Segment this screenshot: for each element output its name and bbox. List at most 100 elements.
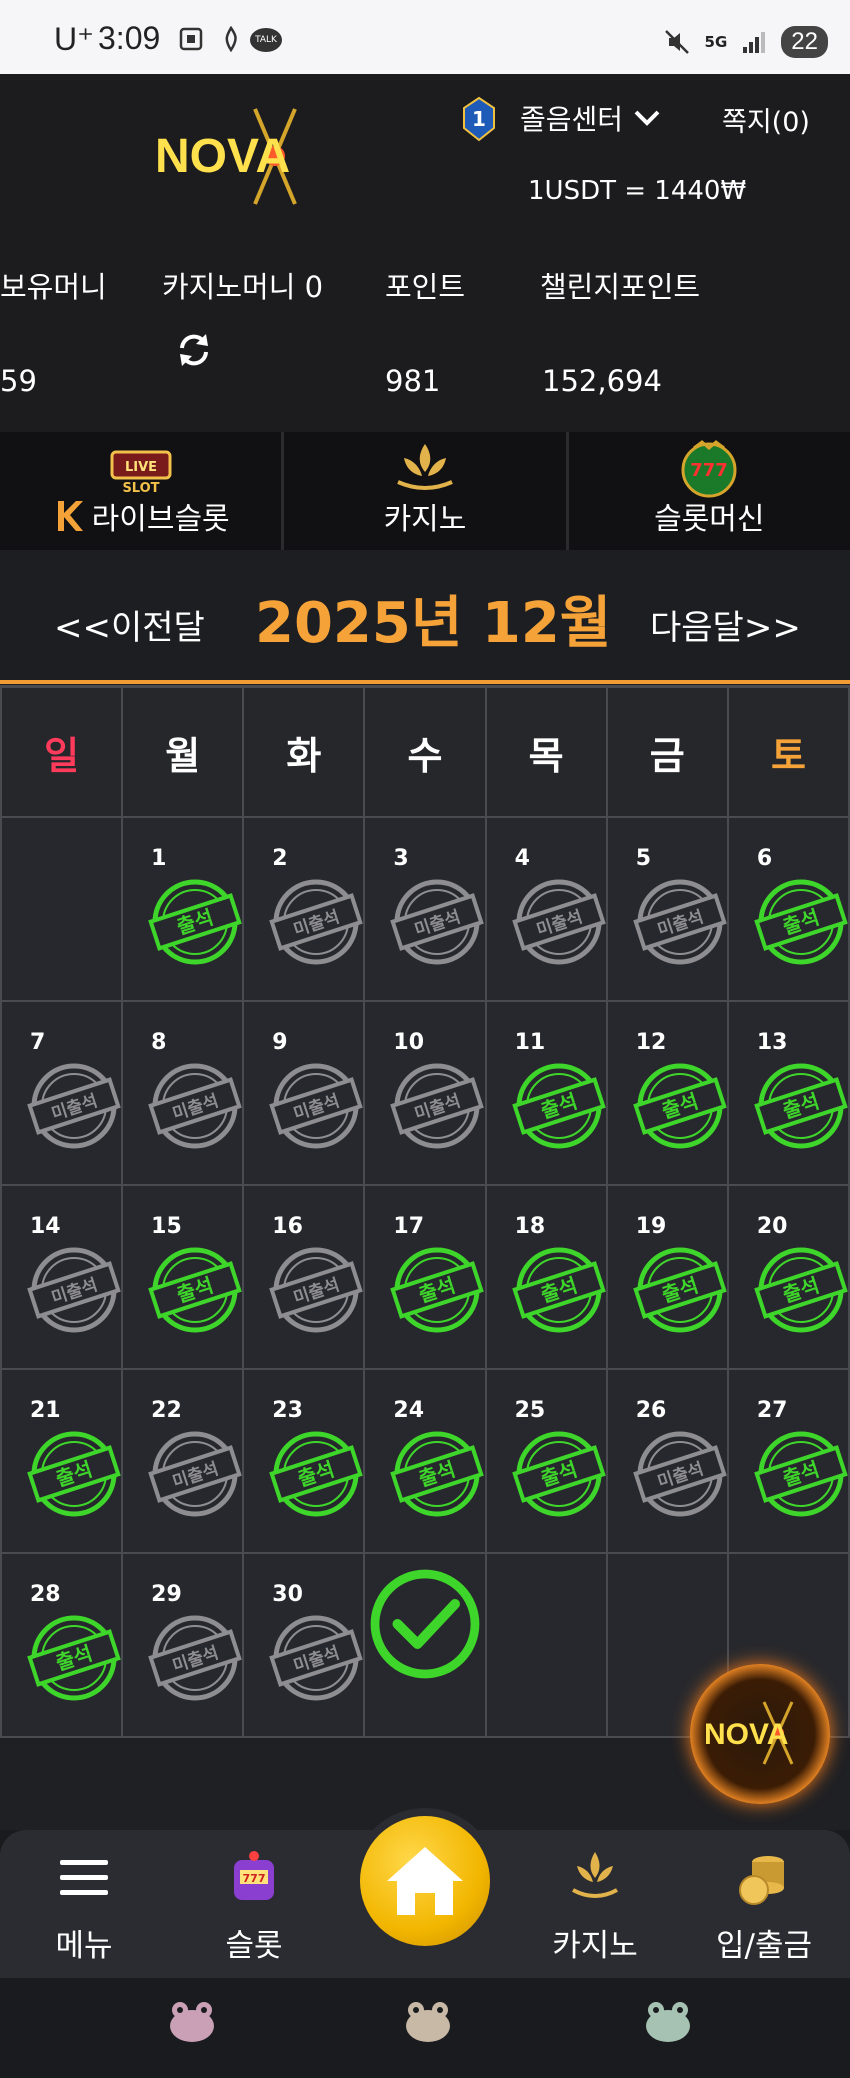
signal-icon bbox=[743, 32, 766, 53]
point-label: 포인트 bbox=[385, 270, 466, 304]
home-button[interactable] bbox=[352, 1808, 498, 1954]
refresh-icon[interactable] bbox=[176, 330, 212, 370]
day-number: 10 bbox=[393, 1030, 425, 1055]
nova-logo[interactable]: NOVA bbox=[155, 104, 345, 214]
frog-icon bbox=[170, 2002, 214, 2042]
hamburger-menu-icon bbox=[60, 1860, 108, 1895]
bottom-navigation: 메뉴 777 슬롯 카지노 입/출금 bbox=[0, 1808, 850, 2078]
calendar-empty-cell bbox=[0, 816, 124, 1002]
calendar-day-cell[interactable]: 17 출석 bbox=[363, 1184, 487, 1370]
messages-link[interactable]: 쪽지(0) bbox=[722, 100, 810, 139]
day-number: 9 bbox=[272, 1030, 288, 1055]
calendar-day-cell[interactable]: 8 미출석 bbox=[121, 1000, 245, 1186]
calendar-day-cell[interactable]: 1 출석 bbox=[121, 816, 245, 1002]
calendar-day-cell[interactable]: 10 미출석 bbox=[363, 1000, 487, 1186]
svg-text:777: 777 bbox=[243, 1872, 266, 1885]
calendar-empty-cell bbox=[484, 1552, 608, 1738]
calendar-day-cell[interactable]: 21 출석 bbox=[0, 1368, 124, 1554]
frog-icon bbox=[406, 2002, 450, 2042]
day-number: 19 bbox=[635, 1214, 667, 1239]
absent-stamp-icon: 미출석 bbox=[148, 1431, 242, 1517]
attended-stamp-icon: 출석 bbox=[148, 879, 242, 965]
frog-icon bbox=[646, 2002, 690, 2042]
network-label: 5G bbox=[704, 33, 728, 51]
calendar-day-cell[interactable]: 7 미출석 bbox=[0, 1000, 124, 1186]
day-number: 28 bbox=[30, 1582, 61, 1607]
absent-stamp-icon: 미출석 bbox=[148, 1063, 242, 1149]
exchange-rate: 1USDT = 1440₩ bbox=[528, 176, 747, 206]
day-number: 24 bbox=[393, 1398, 425, 1423]
calendar-day-cell[interactable]: 6 출석 bbox=[726, 816, 850, 1002]
calendar-day-cell[interactable]: 27 출석 bbox=[726, 1368, 850, 1554]
tab-casino[interactable]: 카지노 bbox=[284, 432, 569, 550]
nav-slot-label: 슬롯 bbox=[225, 1928, 283, 1964]
day-number: 3 bbox=[393, 846, 409, 871]
calendar-day-cell[interactable]: 3 미출석 bbox=[363, 816, 487, 1002]
attended-stamp-icon: 출석 bbox=[27, 1431, 121, 1517]
calendar-day-cell[interactable] bbox=[363, 1552, 487, 1738]
nav-menu-label: 메뉴 bbox=[55, 1928, 113, 1964]
attended-stamp-icon: 출석 bbox=[754, 1063, 848, 1149]
prev-month-button[interactable]: <<이전달 bbox=[54, 600, 205, 649]
next-month-button[interactable]: 다음달>> bbox=[650, 600, 801, 649]
attended-stamp-icon: 출석 bbox=[754, 1247, 848, 1333]
hold-money-label: 보유머니 bbox=[0, 270, 107, 304]
calendar-day-cell[interactable]: 25 출석 bbox=[484, 1368, 608, 1554]
weekday-fri: 금 bbox=[605, 686, 729, 818]
tab-live-slot[interactable]: LIVE SLOT 라이브슬롯 bbox=[0, 432, 285, 550]
day-number: 7 bbox=[30, 1030, 46, 1055]
day-number: 4 bbox=[514, 846, 530, 871]
calendar-day-cell[interactable]: 14 미출석 bbox=[0, 1184, 124, 1370]
center-dropdown[interactable]: 졸음센터 bbox=[520, 98, 661, 138]
month-navigation: <<이전달 2025년 12월 다음달>> bbox=[0, 550, 850, 684]
tab-slot-machine[interactable]: 777 슬롯머신 bbox=[569, 432, 850, 550]
calendar-day-cell[interactable]: 4 미출석 bbox=[484, 816, 608, 1002]
calendar-day-cell[interactable]: 5 미출석 bbox=[605, 816, 729, 1002]
rank-badge-icon: 1 bbox=[463, 96, 495, 142]
calendar-day-cell[interactable]: 18 출석 bbox=[484, 1184, 608, 1370]
month-title: 2025년 12월 bbox=[255, 591, 612, 656]
flame-icon bbox=[225, 26, 237, 52]
weekday-mon: 월 bbox=[121, 686, 245, 818]
nav-slot[interactable]: 777 슬롯 bbox=[194, 1848, 314, 1965]
attended-stamp-icon: 출석 bbox=[27, 1615, 121, 1701]
calendar-day-cell[interactable]: 12 출석 bbox=[605, 1000, 729, 1186]
day-number: 18 bbox=[514, 1214, 546, 1239]
calendar-day-cell[interactable]: 23 출석 bbox=[242, 1368, 366, 1554]
day-number: 29 bbox=[151, 1582, 182, 1607]
clock: 3:09 bbox=[98, 20, 161, 56]
tab-label: 라이브슬롯 bbox=[91, 502, 230, 537]
calendar-day-cell[interactable]: 19 출석 bbox=[605, 1184, 729, 1370]
calendar-day-cell[interactable]: 28 출석 bbox=[0, 1552, 124, 1738]
day-number: 14 bbox=[30, 1214, 61, 1239]
calendar-day-cell[interactable]: 2 미출석 bbox=[242, 816, 366, 1002]
calendar-day-cell[interactable]: 11 출석 bbox=[484, 1000, 608, 1186]
nav-menu[interactable]: 메뉴 bbox=[24, 1848, 144, 1965]
battery-indicator: 22 bbox=[781, 26, 828, 58]
home-icon bbox=[387, 1847, 463, 1915]
absent-stamp-icon: 미출석 bbox=[632, 879, 727, 965]
k-brand-icon bbox=[57, 501, 83, 531]
calendar-day-cell[interactable]: 13 출석 bbox=[726, 1000, 850, 1186]
calendar-day-cell[interactable]: 15 출석 bbox=[121, 1184, 245, 1370]
calendar-day-cell[interactable]: 16 미출석 bbox=[242, 1184, 366, 1370]
nav-casino[interactable]: 카지노 bbox=[535, 1848, 655, 1965]
absent-stamp-icon: 미출석 bbox=[27, 1247, 121, 1333]
absent-stamp-icon: 미출석 bbox=[632, 1431, 727, 1517]
calendar-day-cell[interactable]: 30 미출석 bbox=[242, 1552, 366, 1738]
calendar-day-cell[interactable]: 22 미출석 bbox=[121, 1368, 245, 1554]
tab-label: 슬롯머신 bbox=[654, 502, 765, 537]
day-number: 26 bbox=[635, 1398, 667, 1423]
nav-deposit-withdraw[interactable]: 입/출금 bbox=[704, 1848, 824, 1965]
day-number: 23 bbox=[272, 1398, 303, 1423]
calendar-day-cell[interactable]: 26 미출석 bbox=[605, 1368, 729, 1554]
nova-floating-button[interactable]: NOVA bbox=[690, 1664, 830, 1804]
calendar-day-cell[interactable]: 24 출석 bbox=[363, 1368, 487, 1554]
calendar-day-cell[interactable]: 9 미출석 bbox=[242, 1000, 366, 1186]
attended-stamp-icon: 출석 bbox=[511, 1247, 606, 1333]
calendar-day-cell[interactable]: 20 출석 bbox=[726, 1184, 850, 1370]
challenge-point-value: 152,694 bbox=[542, 364, 662, 398]
status-icons: 5G 22 bbox=[663, 26, 828, 58]
calendar-day-cell[interactable]: 29 미출석 bbox=[121, 1552, 245, 1738]
day-number: 30 bbox=[272, 1582, 303, 1607]
